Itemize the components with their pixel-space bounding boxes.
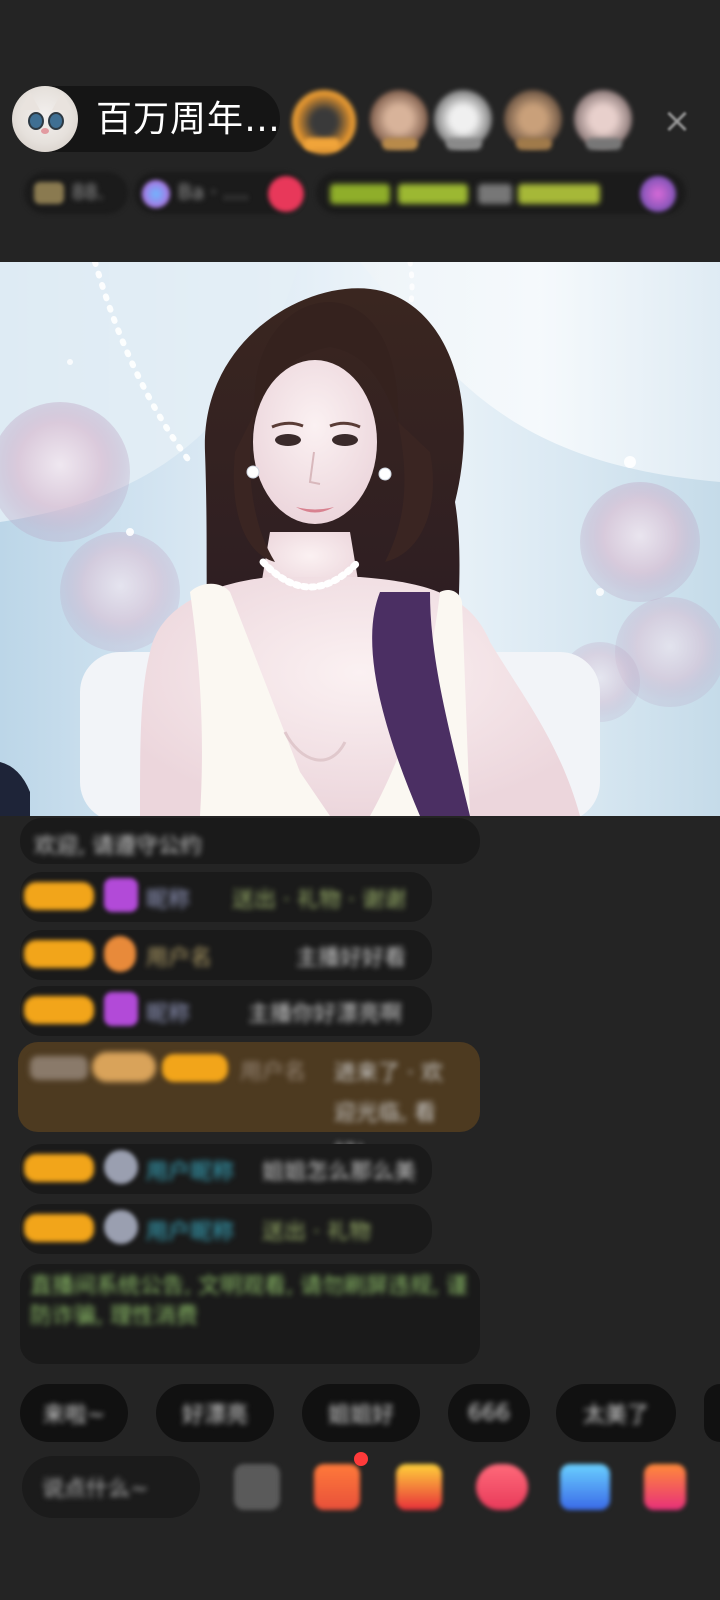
- emoji-icon[interactable]: [234, 1464, 280, 1510]
- cat-ear: [52, 92, 72, 110]
- gift-box-icon[interactable]: [314, 1464, 360, 1510]
- level-badge: [24, 882, 94, 910]
- activity-text-block: [398, 184, 468, 204]
- cat-ear: [20, 92, 40, 110]
- cat-nose: [41, 128, 49, 134]
- quick-reply-label: 姐姐好: [327, 1403, 394, 1428]
- rank-label: Ba · ....: [178, 180, 249, 204]
- video-frame-illustration: [0, 262, 720, 816]
- live-video[interactable]: [0, 262, 720, 816]
- fans-label: 88.: [72, 180, 104, 204]
- rank-badge: [586, 138, 622, 150]
- quick-reply-label: 666: [468, 1400, 510, 1426]
- level-badge: [24, 996, 94, 1024]
- diamond-icon: [104, 992, 138, 1026]
- host-avatar[interactable]: [12, 86, 78, 152]
- level-badge: [24, 940, 94, 968]
- level-badge: [24, 1154, 94, 1182]
- quick-reply-button-overflow[interactable]: [704, 1384, 720, 1442]
- quick-reply-label: 来啦~: [42, 1403, 106, 1428]
- chat-username[interactable]: 昵称: [146, 996, 190, 1028]
- diamond-icon: [104, 878, 138, 912]
- rank-badge: [516, 138, 552, 150]
- fans-badge-icon: [34, 182, 64, 204]
- quick-reply-button[interactable]: 来啦~: [20, 1384, 128, 1442]
- quick-reply-label: 好漂亮: [181, 1403, 248, 1428]
- quick-reply-button[interactable]: 666: [448, 1384, 530, 1442]
- quick-reply-label: 太美了: [582, 1403, 649, 1428]
- heart-icon[interactable]: [476, 1464, 528, 1510]
- close-icon[interactable]: ×: [660, 104, 694, 138]
- user-avatar: [104, 1150, 138, 1184]
- quick-reply-button[interactable]: 好漂亮: [156, 1384, 274, 1442]
- host-name[interactable]: 百万周年…: [96, 98, 281, 142]
- treasure-icon[interactable]: [396, 1464, 442, 1510]
- activity-avatar: [640, 176, 676, 212]
- user-avatar: [104, 1210, 138, 1244]
- chat-username[interactable]: 用户昵称: [146, 1154, 234, 1186]
- chat-text: 送出 · 礼物 · 谢谢: [232, 888, 406, 913]
- rank-badge: [304, 138, 340, 150]
- activity-text-block: [518, 184, 600, 204]
- notification-dot: [354, 1452, 368, 1466]
- rank-badge: [382, 138, 418, 150]
- quick-reply-button[interactable]: 姐姐好: [302, 1384, 420, 1442]
- game-icon[interactable]: [560, 1464, 610, 1510]
- chat-input[interactable]: 说点什么~: [22, 1456, 200, 1518]
- chat-username[interactable]: 昵称: [146, 882, 190, 914]
- chat-text: 欢迎, 请遵守公约: [34, 834, 202, 859]
- level-badge: [24, 1214, 94, 1242]
- shop-icon[interactable]: [644, 1464, 686, 1510]
- fan-badge-icon: [104, 936, 136, 972]
- system-notice-text: 直播间系统公告, 文明观看, 请勿刷屏违规, 谨防诈骗, 理性消费: [30, 1274, 468, 1329]
- chat-text: 主播好好看: [296, 946, 407, 971]
- activity-text-block: [330, 184, 390, 204]
- live-heat-icon[interactable]: [268, 176, 304, 212]
- rank-badge: [446, 138, 482, 150]
- quick-reply-button[interactable]: 太美了: [556, 1384, 676, 1442]
- chat-username[interactable]: 用户名: [146, 940, 212, 972]
- chat-text: 主播你好漂亮啊: [248, 1002, 403, 1027]
- activity-text-block: [478, 184, 512, 204]
- chat-username[interactable]: 用户昵称: [146, 1214, 234, 1246]
- cat-eye: [48, 112, 64, 130]
- chat-input-placeholder: 说点什么~: [42, 1477, 149, 1502]
- rank-icon: [142, 180, 170, 208]
- cat-eye: [28, 112, 44, 130]
- chat-text: 送出 · 礼物: [262, 1220, 371, 1245]
- chat-text: 姐姐怎么那么美: [262, 1160, 417, 1185]
